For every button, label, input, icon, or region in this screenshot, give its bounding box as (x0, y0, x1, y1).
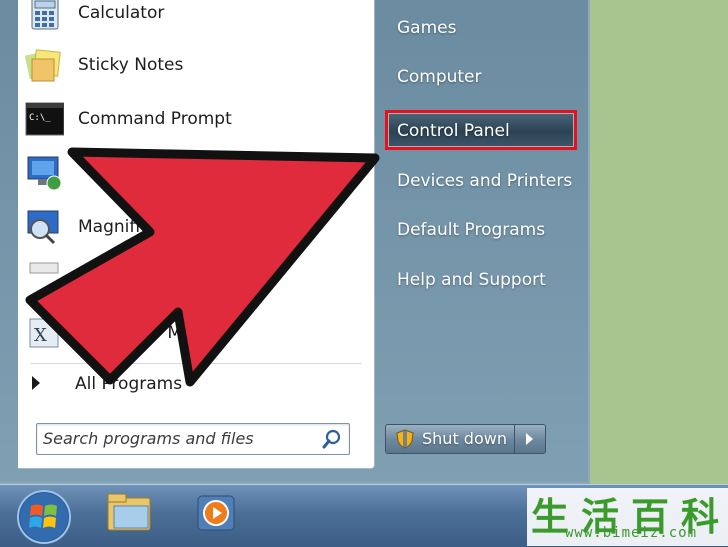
program-item-command-prompt[interactable]: C:\_ Command Prompt (18, 96, 358, 142)
program-item-remote-desktop[interactable] (18, 150, 358, 196)
right-item-computer[interactable]: Computer (386, 58, 576, 98)
sticky-notes-icon (24, 49, 61, 82)
start-orb-icon[interactable] (14, 488, 74, 546)
magnifier-icon (27, 210, 59, 245)
divider (30, 363, 362, 364)
shield-icon (396, 429, 414, 449)
right-item-games[interactable]: Games (386, 9, 576, 49)
program-label: Calculator (78, 3, 165, 23)
default-programs-label: Default Programs (397, 220, 546, 240)
windows-explorer-icon[interactable] (104, 490, 158, 536)
media-player-icon[interactable] (194, 490, 242, 536)
calculator-icon (31, 0, 59, 30)
program-item-sticky-notes[interactable]: Sticky Notes (18, 42, 358, 88)
search-box[interactable] (36, 423, 350, 455)
program-label: Magnifier (78, 217, 158, 237)
triangle-right-icon (32, 376, 40, 390)
program-item-paint[interactable] (18, 258, 358, 304)
program-label: Command Prompt (78, 109, 232, 129)
paint-icon (29, 262, 59, 274)
program-item-character-map[interactable]: X Character Map (18, 310, 358, 356)
right-item-control-panel[interactable]: Control Panel (385, 110, 577, 150)
triangle-right-icon (526, 433, 533, 445)
search-input[interactable] (43, 427, 313, 449)
all-programs-label: All Programs (75, 374, 183, 394)
program-item-magnifier[interactable]: Magnifier (18, 204, 358, 250)
program-item-calculator[interactable]: Calculator (18, 0, 358, 36)
help-support-label: Help and Support (397, 270, 546, 290)
devices-printers-label: Devices and Printers (397, 171, 573, 191)
programs-pane: Calculator Sticky Notes C:\_ Command Pro… (18, 0, 375, 469)
shutdown-options-button[interactable] (514, 424, 546, 454)
watermark: 生活百科 www.bimeiz.com (527, 488, 728, 546)
command-prompt-icon: C:\_ (25, 102, 64, 136)
control-panel-label: Control Panel (397, 121, 510, 141)
games-label: Games (397, 18, 457, 38)
search-icon[interactable] (321, 428, 343, 450)
svg-text:X: X (34, 325, 47, 346)
right-item-help-support[interactable]: Help and Support (386, 261, 576, 301)
all-programs-button[interactable]: All Programs (30, 368, 350, 402)
shutdown-button[interactable]: Shut down (385, 424, 515, 454)
right-item-default-programs[interactable]: Default Programs (386, 211, 576, 251)
program-label: Sticky Notes (78, 55, 184, 75)
program-label: Character Map (78, 323, 204, 343)
right-item-devices-printers[interactable]: Devices and Printers (386, 162, 576, 202)
remote-desktop-icon (27, 156, 62, 191)
start-menu: Calculator Sticky Notes C:\_ Command Pro… (0, 0, 590, 484)
computer-label: Computer (397, 67, 482, 87)
shutdown-label: Shut down (422, 429, 507, 448)
watermark-url: www.bimeiz.com (565, 525, 698, 541)
svg-text:C:\_: C:\_ (29, 113, 51, 123)
character-map-icon: X (29, 318, 59, 348)
